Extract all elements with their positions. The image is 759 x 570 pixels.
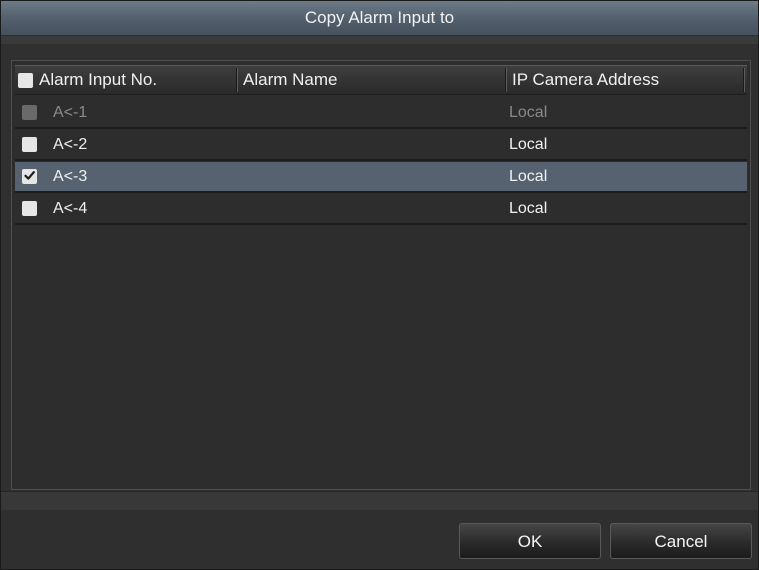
copy-alarm-input-dialog: Copy Alarm Input to Alarm Input No. Alar… (0, 0, 759, 570)
table-header: Alarm Input No. Alarm Name IP Camera Add… (15, 65, 747, 95)
alarm-input-no: A<-1 (53, 104, 88, 121)
check-mark-icon (24, 171, 35, 180)
ip-camera-address: Local (509, 104, 548, 121)
table-row[interactable]: A<-2 Local (15, 130, 747, 161)
column-divider[interactable] (743, 68, 745, 92)
ip-camera-address: Local (509, 168, 548, 185)
row-checkbox[interactable] (22, 201, 37, 216)
dialog-footer: OK Cancel (1, 491, 758, 569)
cancel-button[interactable]: Cancel (610, 523, 752, 559)
table-row[interactable]: A<-3 Local (15, 162, 747, 193)
row-checkbox[interactable] (22, 137, 37, 152)
dialog-title: Copy Alarm Input to (1, 1, 758, 36)
row-checkbox (22, 105, 37, 120)
alarm-input-no: A<-4 (53, 200, 88, 217)
column-header-alarm-input-no[interactable]: Alarm Input No. (39, 66, 157, 94)
ip-camera-address: Local (509, 200, 548, 217)
table-row: A<-1 Local (15, 98, 747, 129)
table-row[interactable]: A<-4 Local (15, 194, 747, 225)
alarm-input-no: A<-2 (53, 136, 88, 153)
ip-camera-address: Local (509, 136, 548, 153)
column-header-alarm-name[interactable]: Alarm Name (243, 66, 337, 94)
ok-button[interactable]: OK (459, 523, 601, 559)
column-divider[interactable] (236, 68, 238, 92)
column-header-ip-camera-address[interactable]: IP Camera Address (512, 66, 659, 94)
footer-separator (1, 491, 758, 510)
select-all-checkbox[interactable] (18, 73, 33, 88)
row-checkbox[interactable] (22, 169, 37, 184)
column-divider[interactable] (505, 68, 507, 92)
title-separator (1, 36, 758, 44)
alarm-input-no: A<-3 (53, 168, 88, 185)
alarm-input-table: Alarm Input No. Alarm Name IP Camera Add… (11, 60, 751, 490)
